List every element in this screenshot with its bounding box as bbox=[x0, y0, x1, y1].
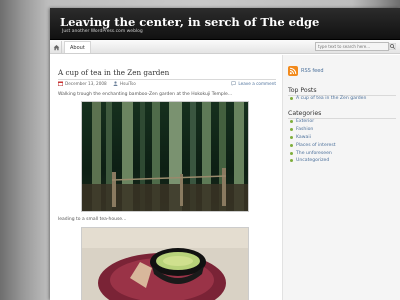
category-label[interactable]: Fashion bbox=[296, 127, 313, 132]
calendar-icon bbox=[58, 81, 63, 86]
bamboo-garden-image bbox=[82, 102, 248, 211]
bullet-icon bbox=[290, 135, 293, 139]
site-header: Leaving the center, in serch of The edge… bbox=[50, 8, 400, 40]
category-label[interactable]: Places of interest bbox=[296, 143, 336, 148]
tea-cup-image bbox=[82, 228, 248, 300]
bullet-icon bbox=[290, 128, 293, 132]
top-post-label[interactable]: A cup of tea in the Zen garden bbox=[296, 96, 366, 101]
category-item-exterior[interactable]: Exterior bbox=[290, 118, 336, 126]
category-label[interactable]: Uncategorized bbox=[296, 158, 329, 163]
post-author[interactable]: HsuiTso bbox=[113, 81, 136, 86]
post-title[interactable]: A cup of tea in the Zen garden bbox=[58, 68, 169, 77]
category-item-uncategorized[interactable]: Uncategorized bbox=[290, 157, 336, 165]
category-label[interactable]: Exterior bbox=[296, 119, 314, 124]
categories-heading: Categories bbox=[288, 110, 322, 117]
category-item-kawaii[interactable]: Kawaii bbox=[290, 134, 336, 142]
category-item-unforeseen[interactable]: The unforeseen bbox=[290, 149, 336, 157]
leave-comment-link[interactable]: Leave a comment bbox=[231, 81, 276, 86]
post-meta: December 13, 2008 HsuiTso Leave a commen… bbox=[58, 80, 276, 89]
top-post-item[interactable]: A cup of tea in the Zen garden bbox=[290, 95, 366, 103]
bullet-icon bbox=[290, 143, 293, 147]
nav-home-button[interactable] bbox=[51, 41, 62, 53]
post-intro: Walking trough the enchanting bamboo-Zen… bbox=[58, 92, 233, 97]
search-icon[interactable] bbox=[389, 43, 396, 50]
bullet-icon bbox=[290, 151, 293, 155]
search-input[interactable] bbox=[315, 42, 389, 51]
categories-list: Exterior Fashion Kawaii Places of intere… bbox=[290, 118, 336, 165]
main-content: A cup of tea in the Zen garden December … bbox=[50, 55, 282, 300]
site-title[interactable]: Leaving the center, in serch of The edge bbox=[60, 15, 319, 29]
bullet-icon bbox=[290, 97, 293, 101]
user-icon bbox=[113, 81, 118, 86]
top-posts-heading: Top Posts bbox=[288, 87, 317, 94]
post-caption: leading to a small tea-house… bbox=[58, 217, 127, 222]
top-posts-list: A cup of tea in the Zen garden bbox=[290, 95, 366, 103]
tea-cup-photo[interactable] bbox=[81, 227, 249, 300]
post-author-name[interactable]: HsuiTso bbox=[120, 81, 136, 86]
bullet-icon bbox=[290, 159, 293, 163]
site-tagline: Just another WordPress.com weblog bbox=[62, 29, 143, 34]
rss-icon bbox=[288, 66, 298, 76]
rss-feed-link[interactable]: RSS feed bbox=[288, 66, 324, 76]
bullet-icon bbox=[290, 120, 293, 124]
sidebar: RSS feed Top Posts A cup of tea in the Z… bbox=[282, 55, 400, 300]
category-item-fashion[interactable]: Fashion bbox=[290, 126, 336, 134]
leave-comment-text[interactable]: Leave a comment bbox=[238, 81, 276, 86]
nav-item-about[interactable]: About bbox=[64, 41, 91, 53]
post-date-text: December 13, 2008 bbox=[65, 81, 107, 86]
nav-bar: About bbox=[50, 40, 400, 54]
category-label[interactable]: The unforeseen bbox=[296, 151, 332, 156]
home-icon bbox=[53, 44, 59, 50]
category-item-places[interactable]: Places of interest bbox=[290, 141, 336, 149]
category-label[interactable]: Kawaii bbox=[296, 135, 311, 140]
bamboo-garden-photo[interactable] bbox=[81, 101, 249, 212]
page: Leaving the center, in serch of The edge… bbox=[50, 8, 400, 300]
post-date: December 13, 2008 bbox=[58, 81, 107, 86]
comment-icon bbox=[231, 81, 237, 86]
rss-feed-label[interactable]: RSS feed bbox=[301, 68, 324, 74]
